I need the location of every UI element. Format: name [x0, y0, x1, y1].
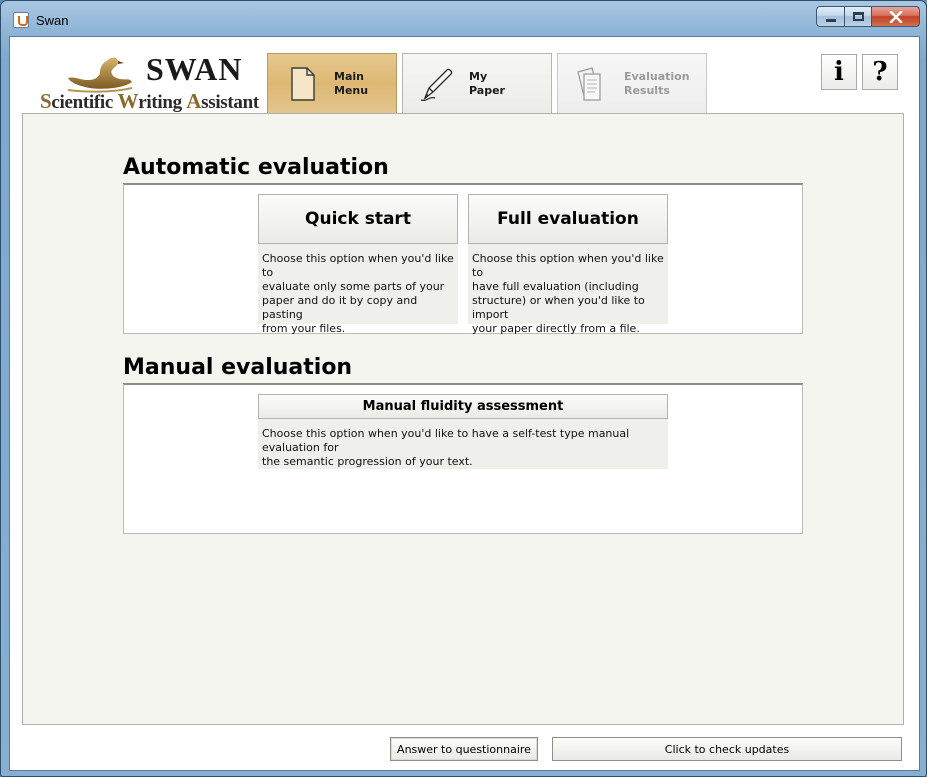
help-button[interactable]: ?: [862, 54, 898, 90]
maximize-icon: [852, 12, 864, 21]
swan-logo: SWAN Scientific Writing Assistant: [40, 51, 259, 113]
swan-bird-icon: [67, 57, 133, 93]
tab-my-paper-label: My Paper: [469, 69, 505, 97]
automatic-evaluation-title: Automatic evaluation: [123, 155, 389, 180]
maximize-button[interactable]: [845, 6, 872, 27]
tab-my-paper[interactable]: My Paper: [402, 53, 552, 113]
main-menu-panel: Automatic evaluation Quick start Choose …: [22, 113, 904, 725]
close-button[interactable]: [872, 6, 920, 27]
full-evaluation-button[interactable]: Full evaluation: [468, 194, 668, 244]
manual-fluidity-card: Manual fluidity assessment Choose this o…: [258, 394, 668, 469]
quick-start-description: Choose this option when you'd like to ev…: [262, 252, 454, 335]
automatic-evaluation-box: Quick start Choose this option when you'…: [123, 183, 803, 335]
tab-evaluation-results-label: Evaluation Results: [624, 69, 690, 97]
minimize-icon: [825, 18, 836, 22]
tab-main-menu-label: Main Menu: [334, 69, 369, 97]
logo-subtitle: Scientific Writing Assistant: [40, 89, 259, 113]
pen-icon: [420, 68, 453, 101]
client-area: SWAN Scientific Writing Assistant Main Me…: [9, 36, 920, 771]
window-title: Swan: [36, 13, 69, 28]
tab-evaluation-results: Evaluation Results: [557, 53, 707, 113]
minimize-button[interactable]: [816, 6, 845, 27]
manual-fluidity-button[interactable]: Manual fluidity assessment: [258, 394, 668, 419]
info-icon: i: [834, 57, 844, 87]
check-updates-button[interactable]: Click to check updates: [552, 737, 902, 761]
quick-start-button[interactable]: Quick start: [258, 194, 458, 244]
documents-icon: [577, 66, 601, 101]
java-app-icon[interactable]: [13, 12, 29, 28]
tab-main-menu[interactable]: Main Menu: [267, 53, 397, 113]
quick-start-card: Quick start Choose this option when you'…: [258, 194, 458, 335]
help-icon: ?: [872, 57, 888, 87]
logo-brand: SWAN: [146, 51, 243, 87]
manual-evaluation-box: Manual fluidity assessment Choose this o…: [123, 383, 803, 534]
manual-fluidity-description: Choose this option when you'd like to ha…: [262, 427, 630, 468]
document-icon: [291, 66, 315, 101]
close-icon: [889, 10, 902, 23]
app-window: Swan SWAN Scientific Writing Assistant M…: [0, 0, 927, 777]
title-bar[interactable]: Swan: [1, 1, 926, 37]
answer-questionnaire-button[interactable]: Answer to questionnaire: [390, 737, 538, 761]
window-controls: [816, 6, 920, 27]
full-evaluation-card: Full evaluation Choose this option when …: [468, 194, 668, 335]
full-evaluation-description: Choose this option when you'd like to ha…: [472, 252, 664, 335]
info-button[interactable]: i: [821, 54, 857, 90]
manual-evaluation-title: Manual evaluation: [123, 355, 353, 380]
